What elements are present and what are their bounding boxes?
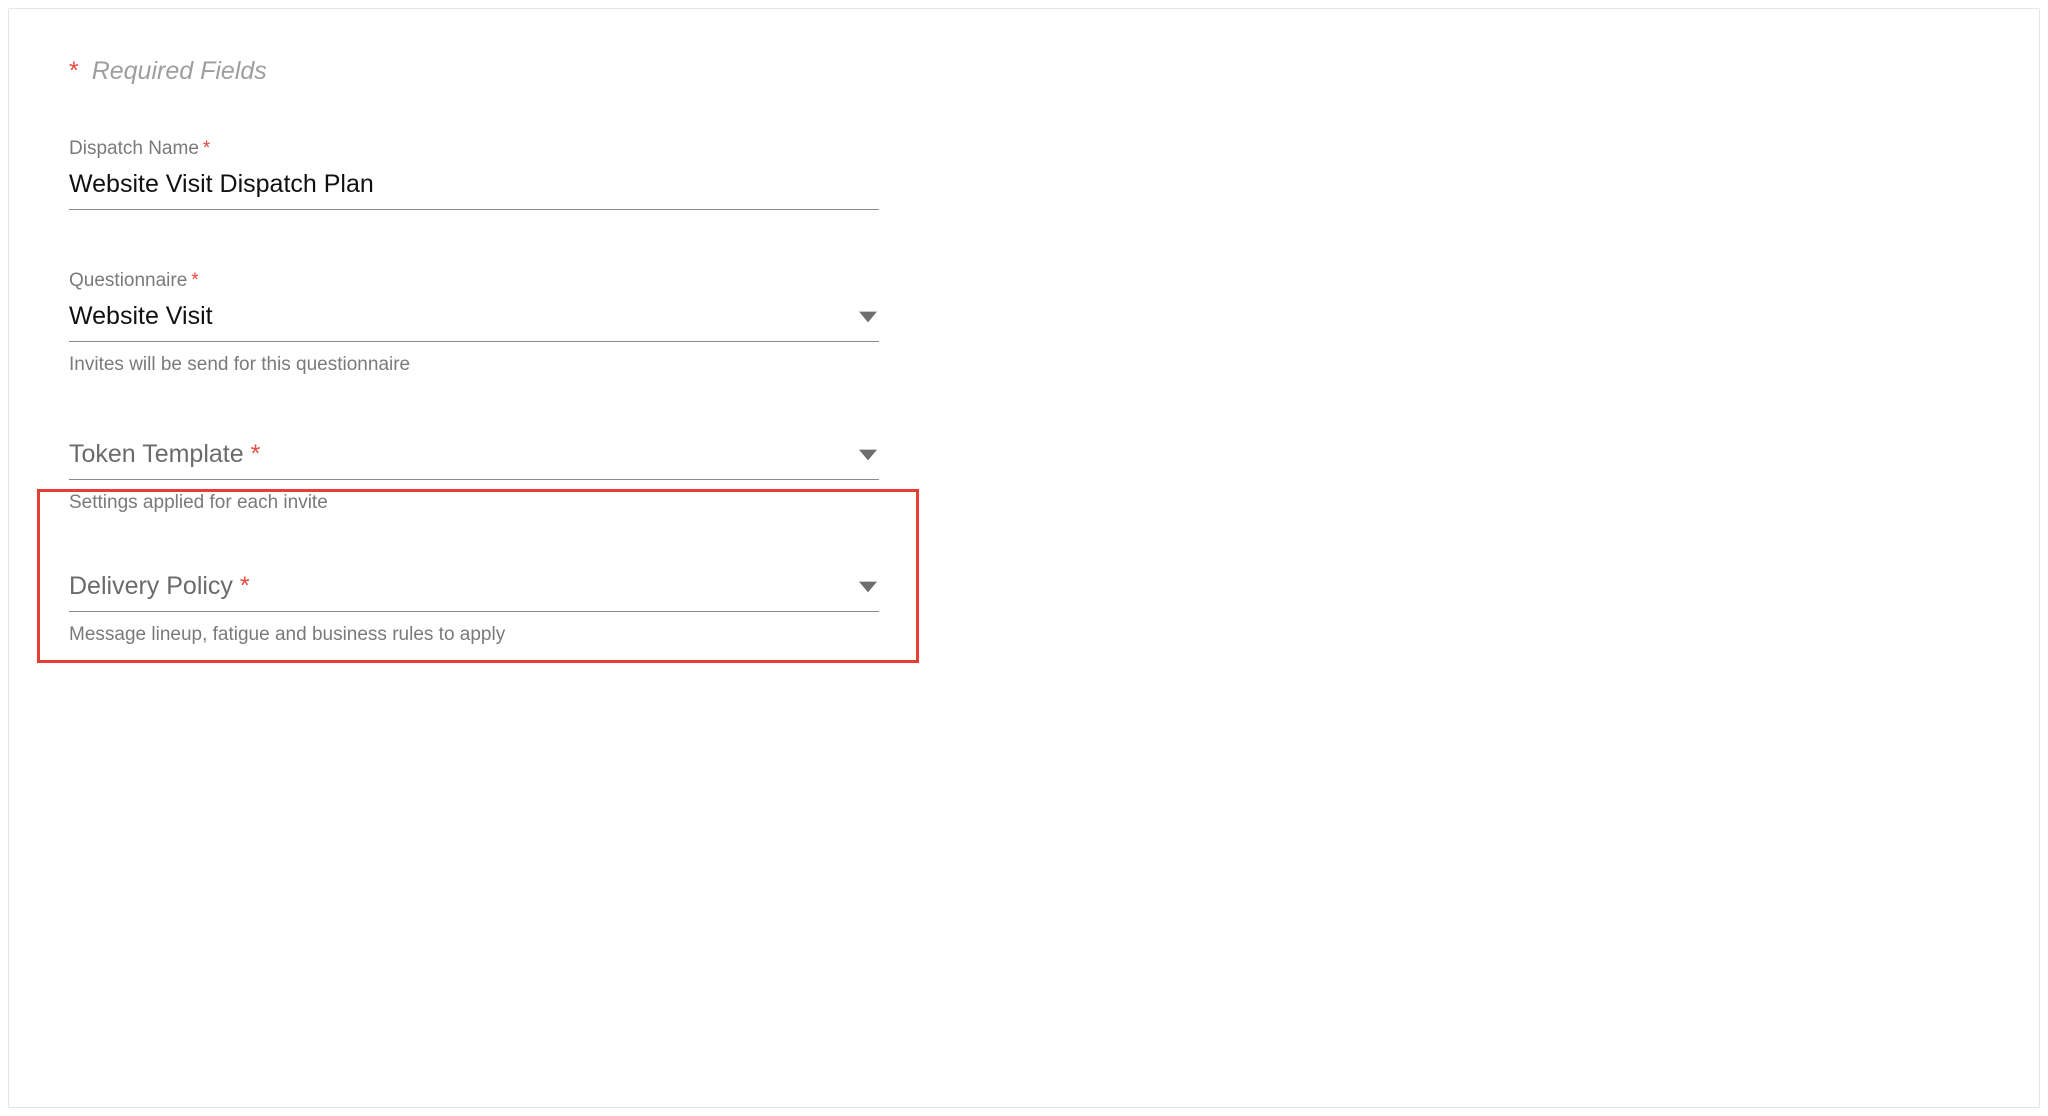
token-template-helper: Settings applied for each invite <box>69 492 879 514</box>
questionnaire-select[interactable]: Website Visit <box>69 298 879 342</box>
required-asterisk: * <box>203 138 210 160</box>
questionnaire-value: Website Visit <box>69 302 213 331</box>
dispatch-name-label: Dispatch Name <box>69 138 199 160</box>
chevron-down-icon <box>859 311 877 323</box>
questionnaire-label: Questionnaire <box>69 270 187 292</box>
required-fields-note: * Required Fields <box>69 57 1979 86</box>
field-token-template: Token Template * Settings applied for ea… <box>69 436 879 514</box>
delivery-policy-label: Delivery Policy <box>69 572 233 600</box>
questionnaire-label-row: Questionnaire * <box>69 270 879 292</box>
delivery-policy-select[interactable]: Delivery Policy * <box>69 568 879 612</box>
questionnaire-helper: Invites will be send for this questionna… <box>69 354 879 376</box>
delivery-policy-helper: Message lineup, fatigue and business rul… <box>69 624 879 646</box>
token-template-label: Token Template <box>69 440 244 468</box>
chevron-down-icon <box>859 581 877 593</box>
required-asterisk: * <box>251 440 261 468</box>
field-questionnaire: Questionnaire * Website Visit Invites wi… <box>69 270 879 376</box>
token-template-select[interactable]: Token Template * <box>69 436 879 480</box>
field-delivery-policy: Delivery Policy * Message lineup, fatigu… <box>69 568 879 646</box>
required-fields-label: Required Fields <box>92 57 267 85</box>
required-asterisk: * <box>191 270 198 292</box>
required-asterisk: * <box>69 57 79 85</box>
required-asterisk: * <box>240 572 250 600</box>
dispatch-name-value: Website Visit Dispatch Plan <box>69 170 374 199</box>
field-dispatch-name: Dispatch Name * Website Visit Dispatch P… <box>69 138 879 210</box>
chevron-down-icon <box>859 449 877 461</box>
delivery-policy-placeholder: Delivery Policy * <box>69 572 250 601</box>
dispatch-name-label-row: Dispatch Name * <box>69 138 879 160</box>
form-panel: * Required Fields Dispatch Name * Websit… <box>8 8 2040 1108</box>
dispatch-name-input[interactable]: Website Visit Dispatch Plan <box>69 166 879 210</box>
token-template-placeholder: Token Template * <box>69 440 260 469</box>
